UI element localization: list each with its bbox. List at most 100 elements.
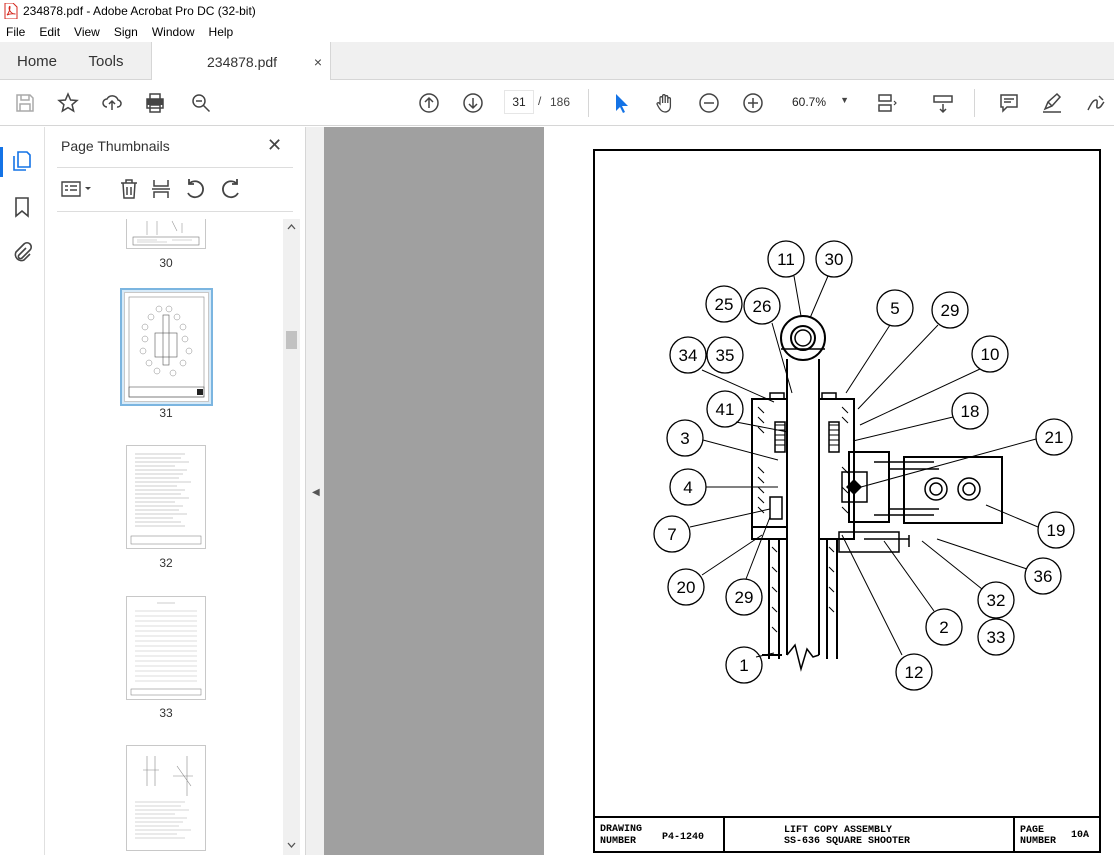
collapse-arrow-icon[interactable]: ◀ [312,487,320,498]
callout-number: 33 [987,628,1006,647]
page-thumbnail-selected[interactable] [124,292,209,402]
highlight-pen-icon[interactable] [1040,91,1064,115]
bookmark-star-icon[interactable] [56,91,80,115]
page-thumbnail[interactable] [126,219,206,249]
tab-close-icon[interactable]: × [314,54,322,70]
drawing-number-value: P4-1240 [662,832,704,843]
rotate-left-icon[interactable] [183,177,207,201]
callout-number: 12 [905,663,924,682]
callout-number: 35 [716,346,735,365]
sign-icon[interactable] [1084,91,1108,115]
callout-number: 36 [1034,567,1053,586]
page-up-icon[interactable] [417,91,441,115]
zoom-in-icon[interactable] [741,91,765,115]
toolbar-divider [588,89,589,117]
page-thumbnail[interactable] [126,445,206,549]
page-thumbnails-panel: Page Thumbnails ✕ 30 31 32 33 [45,127,305,855]
callout-number: 20 [677,578,696,597]
page-number-value: 10A [1071,830,1089,841]
page-number-label-line1: PAGE [1020,825,1044,836]
callout-number: 10 [981,345,1000,364]
drawing-title-line2: SS-636 SQUARE SHOOTER [784,836,910,847]
menu-file[interactable]: File [4,24,27,40]
page-down-icon[interactable] [461,91,485,115]
panel-toolbar [57,175,293,205]
scroll-down-icon[interactable] [287,841,296,849]
extract-pages-icon[interactable] [149,177,173,201]
drawing-number-label-line1: DRAWING [600,824,642,835]
thumbnail-preview [128,296,205,398]
callout-number: 3 [680,429,689,448]
callout-number: 4 [683,478,692,497]
comment-icon[interactable] [997,91,1021,115]
toolbar-divider [974,89,975,117]
share-upload-icon[interactable] [100,91,124,115]
zoom-out-icon[interactable] [697,91,721,115]
callout-number: 25 [715,295,734,314]
callout-number: 30 [825,250,844,269]
attachments-icon[interactable] [10,241,34,265]
drawing-title-line1: LIFT COPY ASSEMBLY [784,825,892,836]
total-pages: 186 [550,95,571,109]
page-thumbnail[interactable] [126,745,206,851]
callout-number: 18 [961,402,980,421]
zoom-search-icon[interactable] [189,91,213,115]
menu-edit[interactable]: Edit [37,24,62,40]
callout-number: 5 [890,299,899,318]
callout-number: 32 [987,591,1006,610]
menu-window[interactable]: Window [150,24,197,40]
tab-home[interactable]: Home [4,42,70,80]
panel-title: Page Thumbnails [61,138,170,154]
panel-collapse-strip[interactable]: ◀ [305,127,324,855]
thumbnail-page-number: 31 [159,406,173,420]
page-number-label-line2: NUMBER [1020,836,1056,847]
thumbnail-options-icon[interactable] [59,177,93,201]
tab-document-label: 234878.pdf [207,53,278,70]
scroll-mode-icon[interactable] [931,91,955,115]
zoom-level-value: 60.7% [792,95,827,109]
current-page-input[interactable]: 31 [504,90,534,114]
pdf-file-icon [4,3,18,19]
callout-number: 2 [939,618,948,637]
page-thumbnail[interactable] [126,596,206,700]
thumbnail-page-number: 30 [159,256,173,270]
panel-divider [57,211,293,212]
fit-page-icon[interactable] [875,91,899,115]
chevron-down-icon: ▼ [840,95,849,105]
callout-number: 29 [735,588,754,607]
page-separator: / [538,94,542,108]
menu-sign[interactable]: Sign [112,24,140,40]
scroll-up-icon[interactable] [287,223,296,231]
title-bar: 234878.pdf - Adobe Acrobat Pro DC (32-bi… [0,0,1114,22]
tab-document[interactable]: 234878.pdf × [151,42,331,81]
tab-bar: Home Tools 234878.pdf × [0,42,1114,81]
panel-divider [57,167,293,168]
menu-help[interactable]: Help [207,24,236,40]
callout-number: 41 [716,400,735,419]
callout-number: 21 [1045,428,1064,447]
callout-number: 29 [941,301,960,320]
document-canvas[interactable]: 11 30 25 26 5 29 34 35 10 41 18 3 21 4 19 7 36 20 29 32 2 33 1… [324,127,1114,855]
bookmarks-icon[interactable] [10,195,34,219]
pdf-page: 11 30 25 26 5 29 34 35 10 41 18 3 21 4 19 7 36 20 29 32 2 33 1… [544,127,1114,855]
select-cursor-icon[interactable] [609,91,633,115]
save-icon[interactable] [13,91,37,115]
rotate-right-icon[interactable] [219,177,243,201]
callout-number: 19 [1047,521,1066,540]
thumbnail-scrollbar[interactable] [283,219,300,855]
delete-page-icon[interactable] [117,177,141,201]
technical-drawing: 11 30 25 26 5 29 34 35 10 41 18 3 21 4 19 7 36 20 29 32 2 33 1… [593,149,1101,853]
callout-number: 7 [667,525,676,544]
thumbnail-preview [130,602,202,696]
scrollbar-thumb[interactable] [286,331,297,349]
zoom-level-select[interactable]: 60.7% ▼ [785,90,855,114]
menu-bar: File Edit View Sign Window Help [0,22,1114,42]
tab-tools[interactable]: Tools [76,42,136,80]
print-icon[interactable] [143,91,167,115]
panel-close-icon[interactable]: ✕ [267,135,282,156]
left-navigation-rail [0,127,45,855]
hand-tool-icon[interactable] [653,91,677,115]
page-thumbnails-icon[interactable] [10,149,34,173]
menu-view[interactable]: View [72,24,102,40]
thumbnail-preview [135,756,193,839]
